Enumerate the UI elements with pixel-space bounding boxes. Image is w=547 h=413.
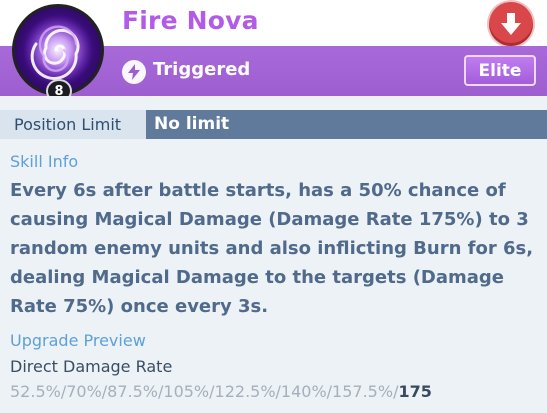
upgrade-values-list: 52.5%/70%/87.5%/105%/122.5%/140%/157.5%/: [10, 382, 399, 401]
arrow-down-icon: [501, 13, 521, 35]
trigger-type-label: Triggered: [153, 59, 251, 80]
skill-card: Fire Nova Triggered Elite 8 Position Lim…: [0, 0, 547, 413]
downgrade-button[interactable]: [489, 2, 533, 46]
skill-description: Every 6s after battle starts, has a 50% …: [10, 180, 534, 317]
position-limit-value: No limit: [154, 114, 230, 134]
position-limit-row: Position Limit No limit: [0, 110, 547, 139]
skill-info-heading: Skill Info: [10, 152, 79, 171]
position-limit-label: Position Limit: [0, 110, 146, 139]
rarity-badge: Elite: [464, 55, 536, 86]
upgrade-stat-values: 52.5%/70%/87.5%/105%/122.5%/140%/157.5%/…: [10, 382, 432, 401]
skill-header: Fire Nova Triggered Elite 8: [0, 0, 547, 103]
lightning-icon: [122, 60, 146, 84]
upgrade-stat-name: Direct Damage Rate: [10, 357, 173, 376]
upgrade-preview-heading: Upgrade Preview: [10, 331, 146, 350]
upgrade-current-value: 175: [398, 382, 432, 401]
skill-title: Fire Nova: [122, 6, 259, 35]
